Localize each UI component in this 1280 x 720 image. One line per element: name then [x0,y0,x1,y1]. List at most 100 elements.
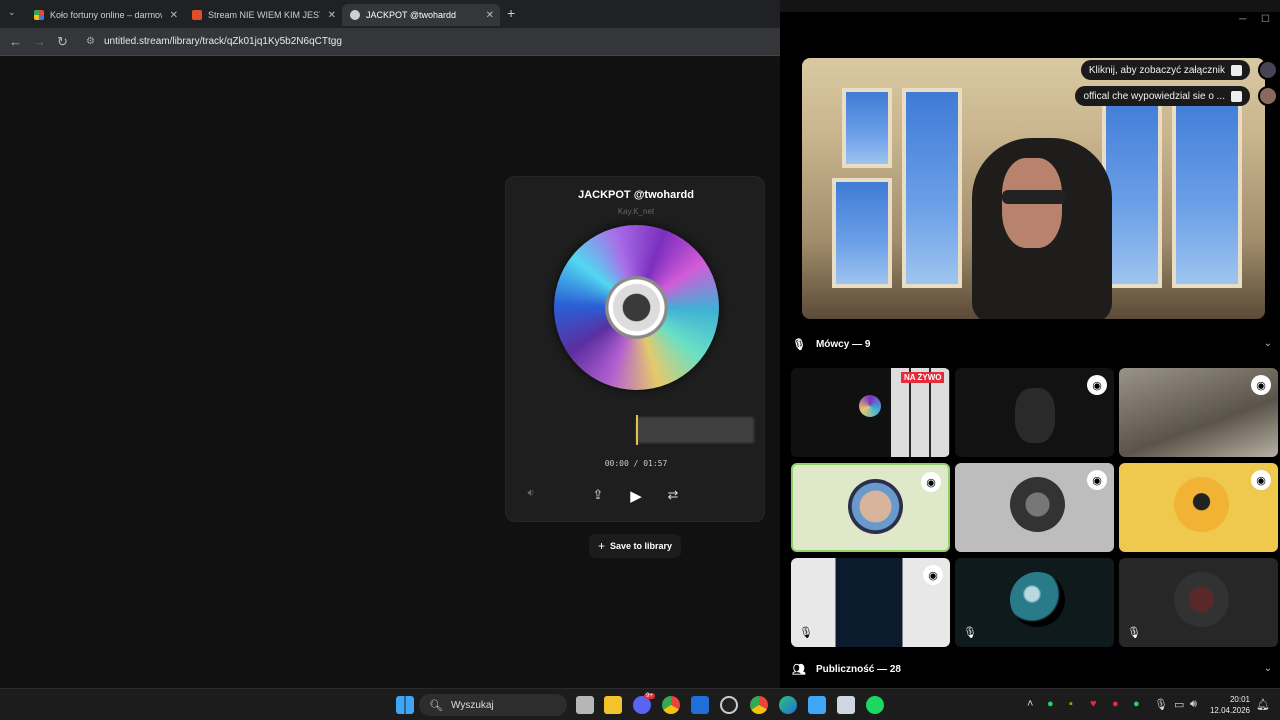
tab-jackpot[interactable]: JACKPOT @twohardd ✕ [342,4,500,26]
chevron-down-icon[interactable]: ⌄ [1264,338,1272,349]
taskbar-search[interactable]: 🔍︎ Wyszukaj [419,694,567,716]
tray-app-icon[interactable]: ● [1047,698,1054,710]
back-arrow-icon[interactable]: ← [9,34,22,49]
windows-start-icon[interactable] [396,696,414,714]
speaker-tile-2[interactable]: ◉ [955,368,1114,457]
camera-icon: ◉ [1087,470,1107,490]
window-far-right [1172,88,1242,288]
tray-volume-icon[interactable]: 🔊︎ [1190,698,1197,711]
cd-disc-artwork [554,225,719,390]
camera-icon: ◉ [1251,375,1271,395]
avatar [1010,477,1065,532]
site-info-icon[interactable]: ⚙ [86,36,95,47]
notification-count-badge: 9+ [644,693,655,699]
spotify-icon[interactable] [866,696,884,714]
notification-text: offical che wypowiedzial sie o ... [1083,90,1225,102]
notepad-icon[interactable] [808,696,826,714]
volume-icon[interactable]: 🔉︎ [521,487,541,500]
waveform-seekbar[interactable] [636,417,754,443]
speaker-tile-5[interactable]: ◉ [955,463,1114,552]
audience-header[interactable]: 👥︎ Publiczność — 28 [792,663,901,676]
save-to-library-label: Save to library [609,541,673,551]
time-readout: 00:00 / 01:57 [604,459,668,468]
tab-stream[interactable]: Stream NIE WIEM KIM JEST ON ✕ [184,4,342,26]
close-tab-icon[interactable]: ✕ [170,10,178,21]
file-explorer-icon[interactable] [604,696,622,714]
window-left [842,88,892,168]
untitled-stream-favicon-icon [350,10,360,20]
new-tab-button[interactable]: + [507,5,515,21]
window-left-lower [832,178,892,288]
chevron-up-icon[interactable]: ˄ [1027,698,1033,710]
tab-kolo-fortuny[interactable]: Koło fortuny online – darmowe ✕ [26,4,184,26]
mini-disc [859,395,881,417]
chrome-icon[interactable] [750,696,768,714]
forward-arrow-icon[interactable]: → [33,34,46,49]
windows-taskbar: 🔍︎ Wyszukaj 9+ ˄ ● ▪ ♥ ● ● 🎙︎ ▭ 🔊︎ 20:01… [0,688,1280,720]
speaker-tile-screenshare[interactable]: NA ŻYWO [791,368,950,457]
speaker-tile-9[interactable]: 🎙︎ [1119,558,1278,647]
save-to-library-button[interactable]: + Save to library [589,534,681,558]
repeat-icon[interactable]: ⇄ [663,487,683,503]
speaker-tile-3[interactable]: ◉ [1119,368,1278,457]
notification-text: Kliknij, aby zobaczyć załącznik [1088,64,1225,76]
camera-icon: ◉ [1087,375,1107,395]
tray-security-icon[interactable]: ♥ [1090,698,1097,710]
track-artist[interactable]: Kay.K_net [506,207,766,216]
cd-center-hole [605,276,668,339]
live-badge: NA ŻYWO [901,372,945,383]
close-tab-icon[interactable]: ✕ [328,10,336,21]
search-icon: 🔍︎ [429,699,443,712]
share-icon[interactable]: ⇪ [588,487,608,503]
search-label: Wyszukaj [450,699,494,711]
audience-label: Publiczność — 28 [815,664,901,675]
chrome-icon[interactable] [662,696,680,714]
clock-time: 20:01 [1229,695,1250,704]
playhead-marker[interactable] [636,415,638,445]
speaker-tile-7[interactable]: ◉ 🎙︎ [791,558,950,647]
avatar[interactable] [1258,60,1278,80]
tray-spotify-icon[interactable]: ● [1133,698,1140,710]
tray-nvidia-icon[interactable]: ▪ [1069,698,1073,710]
avatar [848,479,903,534]
speaker-tile-6[interactable]: ◉ [1119,463,1278,552]
maximize-icon[interactable]: ☐ [1261,14,1270,25]
window-controls: ─ ☐ [1239,14,1270,25]
close-tab-icon[interactable]: ✕ [486,10,494,21]
taskbar-clock[interactable]: 20:01 12.04.2026 [1210,694,1250,716]
discord-stage-panel: ─ ☐ Kliknij, aby zobaczyć załącznik offi… [780,12,1280,688]
tray-app-icon[interactable]: ● [1112,698,1119,710]
avatar[interactable] [1258,86,1278,106]
edge-icon[interactable] [779,696,797,714]
speaker-tile-8[interactable]: 🎙︎ [955,558,1114,647]
speaker-tile-4[interactable]: ◉ [791,463,950,552]
camera-icon: ◉ [921,472,941,492]
camera-icon: ◉ [923,565,943,585]
muted-mic-icon: 🎙︎ [799,627,813,639]
tray-network-icon[interactable]: ▭ [1174,698,1184,711]
notification-message[interactable]: offical che wypowiedzial sie o ... [1075,86,1250,106]
notification-attachment[interactable]: Kliknij, aby zobaczyć załącznik [1080,60,1250,80]
tab-list-dropdown-icon[interactable]: ⌄ [8,7,16,18]
speakers-header[interactable]: 🎙︎ Mówcy — 9 [792,338,870,351]
browser-tab-bar: ⌄ Koło fortuny online – darmowe ✕ Stream… [0,0,780,28]
notifications-bell-icon[interactable]: 🔔︎ [1256,698,1270,711]
muted-mic-icon: 🎙︎ [1127,627,1141,639]
play-icon[interactable]: ▶ [626,487,646,505]
task-view-icon[interactable] [576,696,594,714]
minimize-icon[interactable]: ─ [1239,14,1246,25]
chevron-down-icon[interactable]: ⌄ [1264,663,1272,674]
track-title: JACKPOT @twohardd [578,189,694,201]
camera-icon: ◉ [1251,470,1271,490]
reload-icon[interactable]: ↻ [57,34,68,50]
calculator-icon[interactable] [837,696,855,714]
obs-icon[interactable] [720,696,738,714]
microphone-icon: 🎙︎ [792,339,806,351]
people-icon: 👥︎ [792,664,806,676]
url-field[interactable]: untitled.stream/library/track/qZk01jq1Ky… [104,36,342,47]
tab-label: Koło fortuny online – darmowe [50,10,162,20]
stream-favicon-icon [192,10,202,20]
app-icon[interactable] [691,696,709,714]
plus-icon: + [597,539,605,553]
tray-microphone-icon[interactable]: 🎙︎ [1154,698,1168,711]
